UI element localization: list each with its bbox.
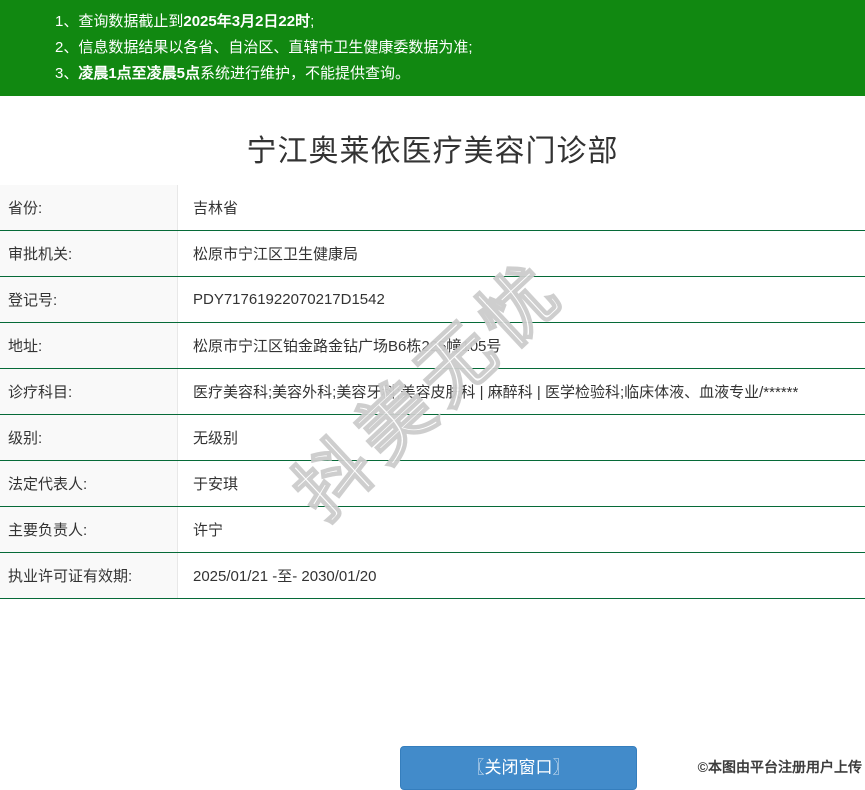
row-value: 2025/01/21 -至- 2030/01/20 — [193, 568, 377, 585]
row-value: 无级别 — [193, 430, 239, 447]
notice-bar: 1、查询数据截止到2025年3月2日22时; 2、信息数据结果以各省、自治区、直… — [0, 0, 865, 96]
table-row-registration-number: 登记号: PDY71761922070217D1542 — [0, 277, 865, 323]
notice-line-1: 1、查询数据截止到2025年3月2日22时; — [55, 9, 855, 35]
institution-info-table: 省份: 吉林省 审批机关: 松原市宁江区卫生健康局 登记号: PDY717619… — [0, 185, 865, 599]
row-label: 法定代表人: — [0, 461, 178, 506]
close-window-button[interactable]: 〖关闭窗口〗 — [400, 746, 637, 790]
table-row-legal-representative: 法定代表人: 于安琪 — [0, 461, 865, 507]
table-row-license-validity: 执业许可证有效期: 2025/01/21 -至- 2030/01/20 — [0, 553, 865, 599]
row-label: 执业许可证有效期: — [0, 553, 178, 598]
notice-1-suffix: ; — [310, 13, 315, 30]
table-row-approval-authority: 审批机关: 松原市宁江区卫生健康局 — [0, 231, 865, 277]
notice-line-3: 3、凌晨1点至凌晨5点系统进行维护，不能提供查询。 — [55, 61, 855, 87]
row-label: 诊疗科目: — [0, 369, 178, 414]
notice-1-text: 查询数据截止到 — [78, 13, 184, 30]
page-title: 宁江奥莱依医疗美容门诊部 — [246, 135, 619, 168]
row-value: 松原市宁江区卫生健康局 — [193, 246, 359, 263]
row-value: 许宁 — [193, 522, 224, 539]
table-row-level: 级别: 无级别 — [0, 415, 865, 461]
row-label: 登记号: — [0, 277, 178, 322]
row-value: PDY71761922070217D1542 — [193, 291, 385, 308]
row-label: 地址: — [0, 323, 178, 368]
row-label: 省份: — [0, 185, 178, 230]
row-value: 吉林省 — [193, 200, 239, 217]
table-row-province: 省份: 吉林省 — [0, 185, 865, 231]
notice-1-number: 1、 — [55, 13, 79, 30]
row-label: 级别: — [0, 415, 178, 460]
row-label: 主要负责人: — [0, 507, 178, 552]
table-row-main-responsible-person: 主要负责人: 许宁 — [0, 507, 865, 553]
notice-2-number: 2、 — [55, 39, 79, 56]
notice-2-text: 信息数据结果以各省、自治区、直辖市卫生健康委数据为准; — [78, 39, 473, 56]
row-value: 医疗美容科;美容外科;美容牙科;美容皮肤科 | 麻醉科 | 医学检验科;临床体液… — [193, 384, 799, 401]
notice-line-2: 2、信息数据结果以各省、自治区、直辖市卫生健康委数据为准; — [55, 35, 855, 61]
row-value: 于安琪 — [193, 476, 239, 493]
row-label: 审批机关: — [0, 231, 178, 276]
notice-3-suffix: 系统进行维护，不能提供查询。 — [200, 65, 411, 82]
table-row-medical-subjects: 诊疗科目: 医疗美容科;美容外科;美容牙科;美容皮肤科 | 麻醉科 | 医学检验… — [0, 369, 865, 415]
notice-3-bold: 凌晨1点至凌晨5点 — [78, 65, 201, 82]
table-row-address: 地址: 松原市宁江区铂金路金钻广场B6栋225幢105号 — [0, 323, 865, 369]
copyright-note: ©本图由平台注册用户上传 — [697, 759, 862, 775]
notice-3-number: 3、 — [55, 65, 79, 82]
row-value: 松原市宁江区铂金路金钻广场B6栋225幢105号 — [193, 338, 502, 355]
notice-1-bold: 2025年3月2日22时 — [183, 13, 311, 30]
